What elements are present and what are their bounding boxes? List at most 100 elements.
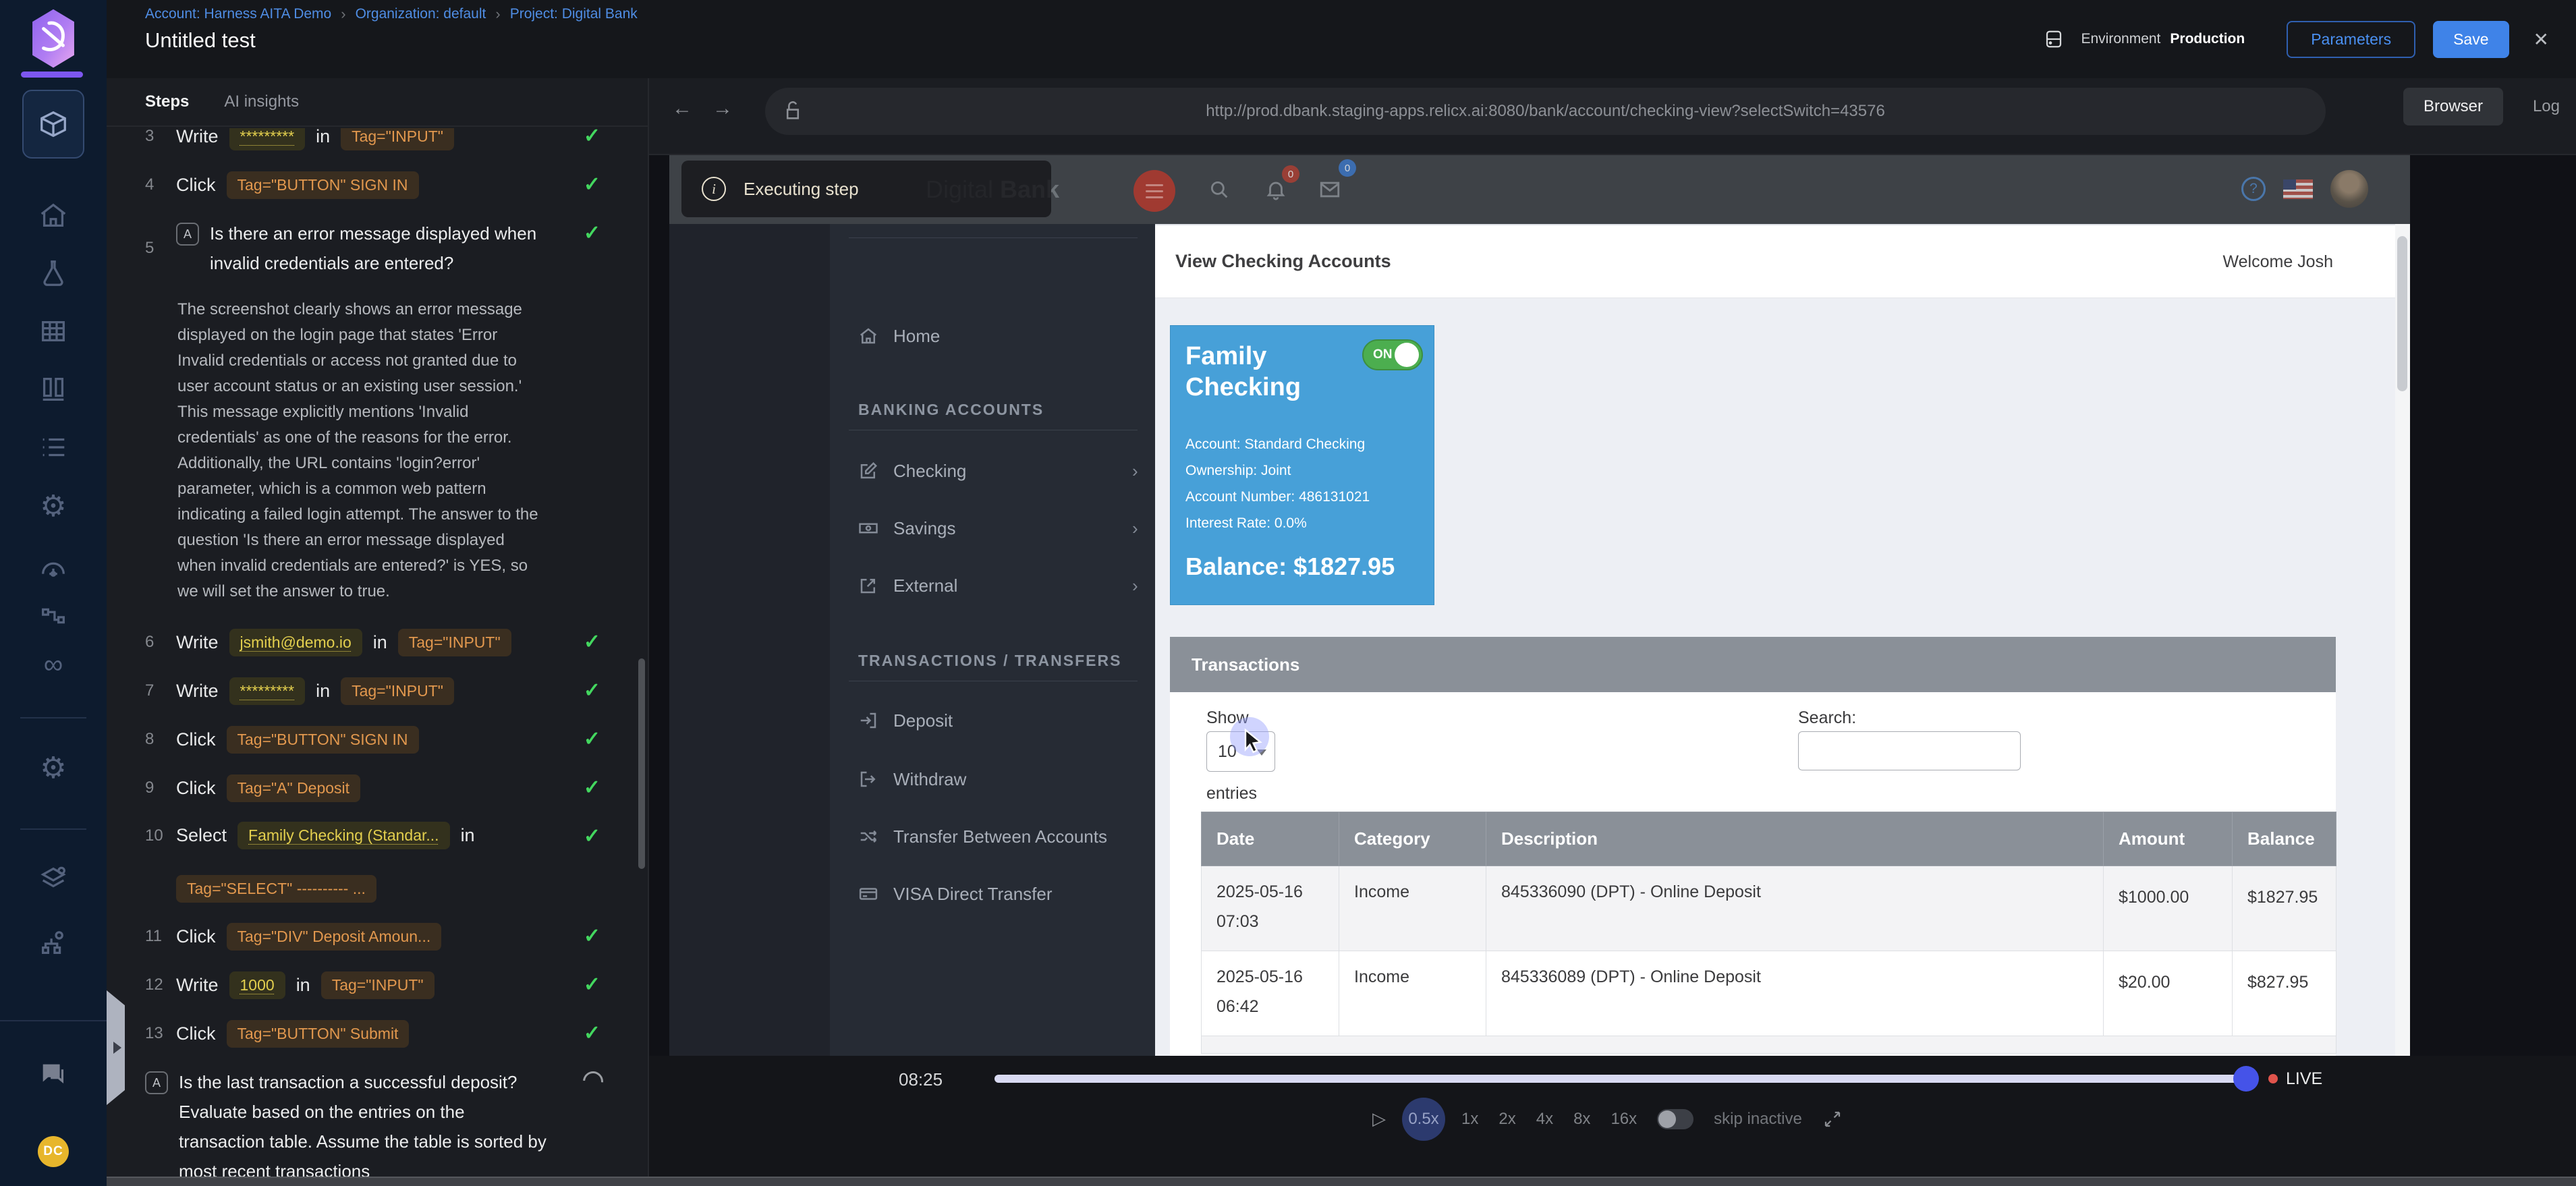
tab-log[interactable]: Log <box>2533 97 2560 116</box>
tab-ai-insights[interactable]: AI insights <box>224 92 299 111</box>
bank-scrollbar[interactable] <box>2395 224 2410 1056</box>
bank-scrollbar-thumb[interactable] <box>2397 236 2407 391</box>
step-row[interactable]: 4 Click Tag="BUTTON" SIGN IN ✓ <box>145 170 648 200</box>
tab-browser[interactable]: Browser <box>2403 88 2503 125</box>
steps-scrollbar[interactable] <box>638 658 645 869</box>
bell-icon[interactable] <box>1264 178 1287 201</box>
step-row[interactable]: 11 Click Tag="DIV" Deposit Amoun... ✓ <box>145 922 648 951</box>
bank-menu-external[interactable]: External › <box>830 567 1155 604</box>
step-row-assertion[interactable]: A Is the last transaction a successful d… <box>145 1067 648 1186</box>
step-row[interactable]: 3 Write ********* in Tag="INPUT" ✓ <box>145 128 648 151</box>
step-verb: Click <box>176 778 216 799</box>
speed-2x[interactable]: 2x <box>1499 1110 1515 1129</box>
bank-main-content: View Checking Accounts Welcome Josh Fami… <box>1155 224 2395 1056</box>
success-check-icon: ✓ <box>584 679 600 702</box>
col-header-amount[interactable]: Amount <box>2104 812 2233 866</box>
user-avatar[interactable]: DC <box>38 1136 69 1167</box>
bank-menu-savings[interactable]: Savings › <box>830 509 1155 547</box>
step-row[interactable]: 6 Write jsmith@demo.io in Tag="INPUT" ✓ <box>145 627 648 657</box>
browser-back-icon[interactable]: ← <box>672 97 692 120</box>
assertion-badge: A <box>176 223 199 246</box>
help-question-icon[interactable]: ? <box>2241 177 2266 201</box>
step-row[interactable]: 12 Write 1000 in Tag="INPUT" ✓ <box>145 970 648 1000</box>
success-check-icon: ✓ <box>584 924 600 948</box>
tab-steps[interactable]: Steps <box>145 92 189 111</box>
entries-label: entries <box>1206 784 1257 803</box>
bank-user-avatar[interactable] <box>2330 170 2368 208</box>
step-number: 9 <box>145 779 165 797</box>
skip-inactive-toggle[interactable] <box>1657 1109 1693 1129</box>
bank-menu-section: TRANSACTIONS / TRANSFERS <box>858 652 1121 670</box>
parameters-button[interactable]: Parameters <box>2287 21 2415 58</box>
step-row[interactable]: 7 Write ********* in Tag="INPUT" ✓ <box>145 676 648 706</box>
col-header-category[interactable]: Category <box>1339 812 1486 866</box>
sidebar-item-boards[interactable] <box>38 374 69 405</box>
breadcrumb-account[interactable]: Account: Harness AITA Demo <box>145 6 331 22</box>
breadcrumb-organization[interactable]: Organization: default <box>356 6 486 22</box>
speed-16x[interactable]: 16x <box>1611 1110 1637 1129</box>
harness-logo-icon[interactable] <box>31 7 76 69</box>
toggle-knob <box>1658 1110 1676 1128</box>
sidebar-item-home[interactable] <box>38 200 69 231</box>
sidebar-item-active-module[interactable] <box>22 90 84 159</box>
sidebar-item-gitops-infinity-icon[interactable]: ∞ <box>38 649 69 680</box>
mail-icon[interactable] <box>1318 178 1341 201</box>
sidebar-item-org-settings[interactable] <box>38 927 69 958</box>
playback-progress-bar[interactable] <box>995 1075 2246 1083</box>
bank-menu-deposit[interactable]: Deposit <box>830 702 1155 739</box>
speed-4x[interactable]: 4x <box>1536 1110 1553 1129</box>
sidebar-item-settings-gear-icon[interactable]: ⚙ <box>38 491 69 522</box>
bank-menu-label: Deposit <box>893 710 953 731</box>
steps-panel: Steps AI insights 3 Write ********* in T… <box>107 78 648 1186</box>
speed-8x[interactable]: 8x <box>1573 1110 1590 1129</box>
hamburger-menu-button[interactable] <box>1133 170 1175 212</box>
sidebar-item-experiments-flask[interactable] <box>38 258 69 289</box>
url-bar[interactable]: http://prod.dbank.staging-apps.relicx.ai… <box>765 88 2326 135</box>
sidebar-item-list[interactable] <box>38 432 69 463</box>
bank-menu-visa-transfer[interactable]: VISA Direct Transfer <box>830 875 1155 913</box>
bank-menu-withdraw[interactable]: Withdraw <box>830 760 1155 798</box>
col-header-description[interactable]: Description <box>1486 812 2104 866</box>
panel-collapse-handle[interactable] <box>107 990 125 1105</box>
bank-menu-home[interactable]: Home <box>830 317 1155 355</box>
chevron-right-icon <box>113 1042 121 1054</box>
step-connector: in <box>316 681 330 702</box>
step-number: 8 <box>145 730 165 749</box>
step-value-chip: jsmith@demo.io <box>229 629 362 656</box>
bank-menu-label: Checking <box>893 461 966 482</box>
step-value-chip: ********* <box>229 677 306 705</box>
step-row-assertion[interactable]: 5 A Is there an error message displayed … <box>145 219 648 278</box>
playback-knob[interactable] <box>2233 1066 2259 1092</box>
bank-menu-label: Savings <box>893 518 956 539</box>
sidebar-item-project-settings-gear-icon[interactable]: ⚙ <box>38 753 69 784</box>
step-number: 7 <box>145 681 165 700</box>
step-row[interactable]: 9 Click Tag="A" Deposit ✓ <box>145 773 648 803</box>
cube-icon <box>38 109 69 140</box>
mouse-cursor-icon <box>1240 727 1267 757</box>
fullscreen-icon[interactable] <box>1822 1109 1843 1129</box>
sidebar-item-grid[interactable] <box>38 316 69 347</box>
play-icon[interactable]: ▷ <box>1372 1108 1386 1129</box>
sidebar-item-layers-settings[interactable] <box>38 864 69 895</box>
col-header-date[interactable]: Date <box>1202 812 1339 866</box>
sidebar-item-pipelines[interactable] <box>38 600 69 631</box>
step-row[interactable]: 8 Click Tag="BUTTON" SIGN IN ✓ <box>145 725 648 754</box>
close-icon[interactable]: ✕ <box>2533 28 2549 51</box>
bank-menu-transfer[interactable]: Transfer Between Accounts <box>830 818 1155 855</box>
sidebar-item-agent-incognito[interactable] <box>38 552 69 583</box>
toggle-knob <box>1395 343 1419 367</box>
us-flag-icon[interactable] <box>2283 179 2313 199</box>
speed-0-5x[interactable]: 0.5x <box>1402 1098 1445 1141</box>
step-row[interactable]: 13 Click Tag="BUTTON" Submit ✓ <box>145 1019 648 1048</box>
bank-menu-checking[interactable]: Checking › <box>830 452 1155 490</box>
search-input[interactable] <box>1798 731 2021 770</box>
col-header-balance[interactable]: Balance <box>2233 812 2336 866</box>
step-row[interactable]: 10 Select Family Checking (Standar... in… <box>145 822 648 903</box>
account-toggle[interactable]: ON <box>1362 339 1423 370</box>
breadcrumb-project[interactable]: Project: Digital Bank <box>510 6 638 22</box>
search-icon[interactable] <box>1208 178 1231 201</box>
help-chat-icon[interactable]: ? <box>38 1058 69 1089</box>
save-button[interactable]: Save <box>2433 21 2509 58</box>
browser-forward-icon[interactable]: → <box>712 97 733 120</box>
speed-1x[interactable]: 1x <box>1461 1110 1478 1129</box>
